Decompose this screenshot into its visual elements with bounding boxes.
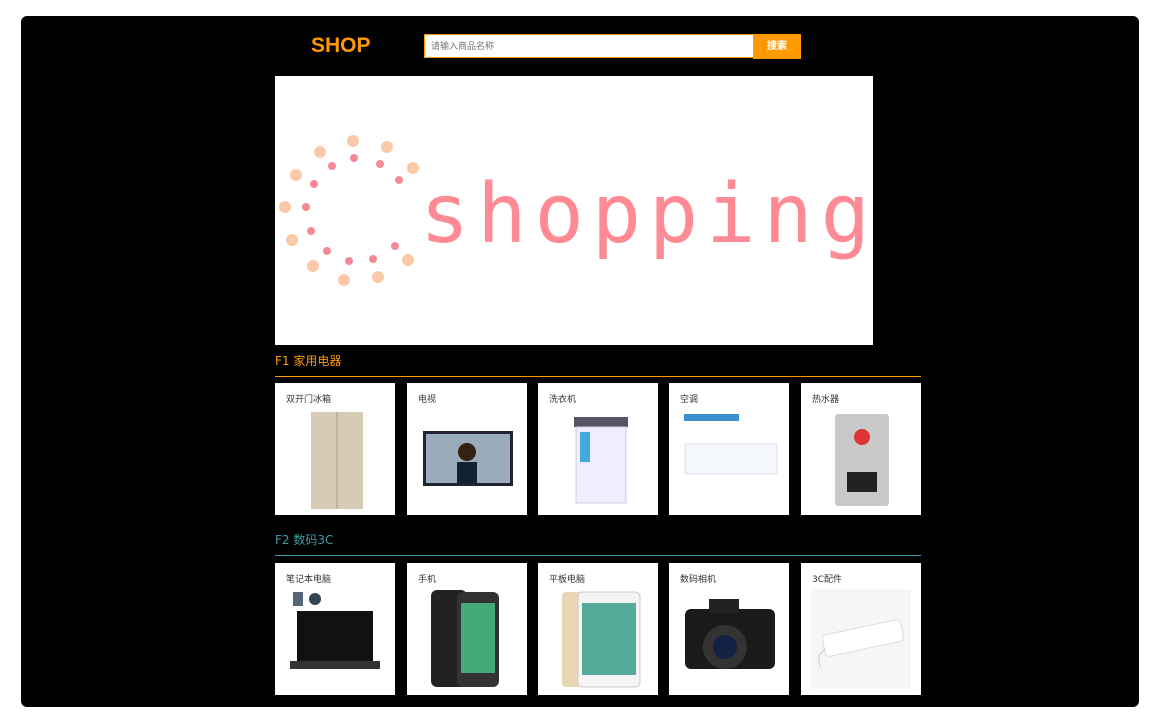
product-name: 热水器: [812, 395, 840, 405]
shopping-banner-graphic: shopping: [279, 135, 870, 286]
washer-image: [574, 417, 628, 504]
shop-logo[interactable]: SHOP: [311, 34, 371, 58]
product-card[interactable]: 平板电脑: [538, 563, 658, 695]
product-name: 数码相机: [680, 575, 717, 585]
camera-image: [685, 599, 775, 669]
product-card[interactable]: 3C配件: [801, 563, 921, 695]
product-name: 手机: [418, 575, 437, 585]
air-conditioner-image: [684, 414, 778, 475]
product-name: 空调: [680, 395, 699, 405]
product-card[interactable]: 空调: [669, 383, 789, 515]
search-button[interactable]: 搜索: [753, 34, 801, 59]
product-card[interactable]: 笔记本电脑: [275, 563, 395, 695]
product-card[interactable]: 手机: [407, 563, 527, 695]
banner-image[interactable]: shopping: [275, 76, 873, 345]
power-strip-image: [811, 589, 911, 689]
fridge-image: [311, 412, 363, 509]
product-card[interactable]: 数码相机: [669, 563, 789, 695]
laptop-image: [290, 592, 380, 669]
floor-divider: [275, 555, 921, 556]
water-heater-image: [835, 414, 889, 506]
product-name: 电视: [418, 395, 437, 405]
phone-image: [431, 590, 499, 687]
product-name: 洗衣机: [549, 395, 577, 405]
floor-f2: F2 数码3C: [275, 531, 921, 556]
product-card[interactable]: 洗衣机: [538, 383, 658, 515]
product-name: 双开门冰箱: [286, 395, 332, 405]
product-card[interactable]: 双开门冰箱: [275, 383, 395, 515]
floor-title: F2 数码3C: [275, 533, 334, 547]
banner-text: shopping: [420, 167, 870, 262]
product-name: 3C配件: [812, 575, 843, 585]
tablet-image: [562, 591, 641, 688]
floor-f1: F1 家用电器: [275, 352, 921, 377]
tv-image: [423, 431, 513, 486]
floor-divider: [275, 376, 921, 377]
search-input[interactable]: [424, 34, 754, 58]
product-card[interactable]: 电视: [407, 383, 527, 515]
product-name: 笔记本电脑: [286, 575, 332, 585]
product-card[interactable]: 热水器: [801, 383, 921, 515]
floor-title: F1 家用电器: [275, 354, 342, 368]
product-name: 平板电脑: [549, 575, 586, 585]
